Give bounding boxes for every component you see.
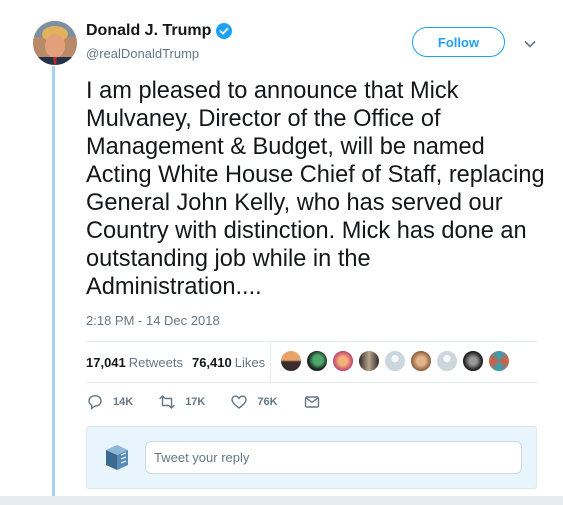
divider bbox=[86, 382, 537, 383]
direct-message-button[interactable] bbox=[303, 393, 330, 411]
likes-label: Likes bbox=[234, 354, 266, 370]
likes-count: 76,410 bbox=[191, 354, 232, 370]
user-avatar-icon bbox=[106, 445, 128, 470]
liker-avatar[interactable] bbox=[436, 350, 458, 372]
retweet-count: 17K bbox=[185, 396, 206, 408]
liker-avatar[interactable] bbox=[280, 350, 302, 372]
heart-icon bbox=[231, 395, 248, 409]
retweet-button[interactable]: 17K bbox=[158, 393, 205, 411]
like-button[interactable]: 76K bbox=[230, 393, 278, 411]
author-name[interactable]: Donald J. Trump bbox=[86, 22, 211, 40]
retweets-label: Retweets bbox=[128, 354, 183, 370]
tweet-text: I am pleased to announce that Mick Mulva… bbox=[86, 78, 545, 300]
retweets-stat[interactable]: 17,041 Retweets bbox=[86, 355, 183, 370]
tweet-stats: 17,041 Retweets 76,410 Likes bbox=[86, 342, 537, 382]
author-handle[interactable]: @realDonaldTrump bbox=[86, 46, 199, 61]
liker-avatar[interactable] bbox=[384, 350, 406, 372]
reply-count: 14K bbox=[113, 396, 134, 408]
reply-input[interactable] bbox=[145, 441, 522, 474]
reply-icon bbox=[88, 395, 102, 410]
envelope-icon bbox=[304, 396, 319, 408]
retweet-icon bbox=[159, 395, 175, 409]
liker-avatars bbox=[280, 350, 514, 372]
verified-badge-icon bbox=[216, 23, 233, 39]
liker-avatar[interactable] bbox=[410, 350, 432, 372]
chevron-down-icon[interactable] bbox=[523, 37, 537, 51]
liker-avatar[interactable] bbox=[306, 350, 328, 372]
liker-avatar[interactable] bbox=[358, 350, 380, 372]
liker-avatar[interactable] bbox=[488, 350, 510, 372]
likes-stat[interactable]: 76,410 Likes bbox=[192, 355, 265, 370]
liker-avatar[interactable] bbox=[462, 350, 484, 372]
tweet-actions: 14K 17K 76K bbox=[86, 393, 355, 411]
tweet-timestamp[interactable]: 2:18 PM - 14 Dec 2018 bbox=[86, 313, 220, 328]
liker-avatar[interactable] bbox=[332, 350, 354, 372]
author-avatar[interactable] bbox=[33, 21, 77, 65]
like-count: 76K bbox=[257, 396, 278, 408]
reply-composer bbox=[86, 426, 537, 489]
stats-separator bbox=[270, 342, 271, 382]
thread-line bbox=[52, 66, 55, 505]
follow-button[interactable]: Follow bbox=[412, 27, 505, 57]
retweets-count: 17,041 bbox=[86, 354, 126, 370]
page-footer-strip bbox=[0, 496, 563, 505]
reply-button[interactable]: 14K bbox=[86, 393, 133, 411]
